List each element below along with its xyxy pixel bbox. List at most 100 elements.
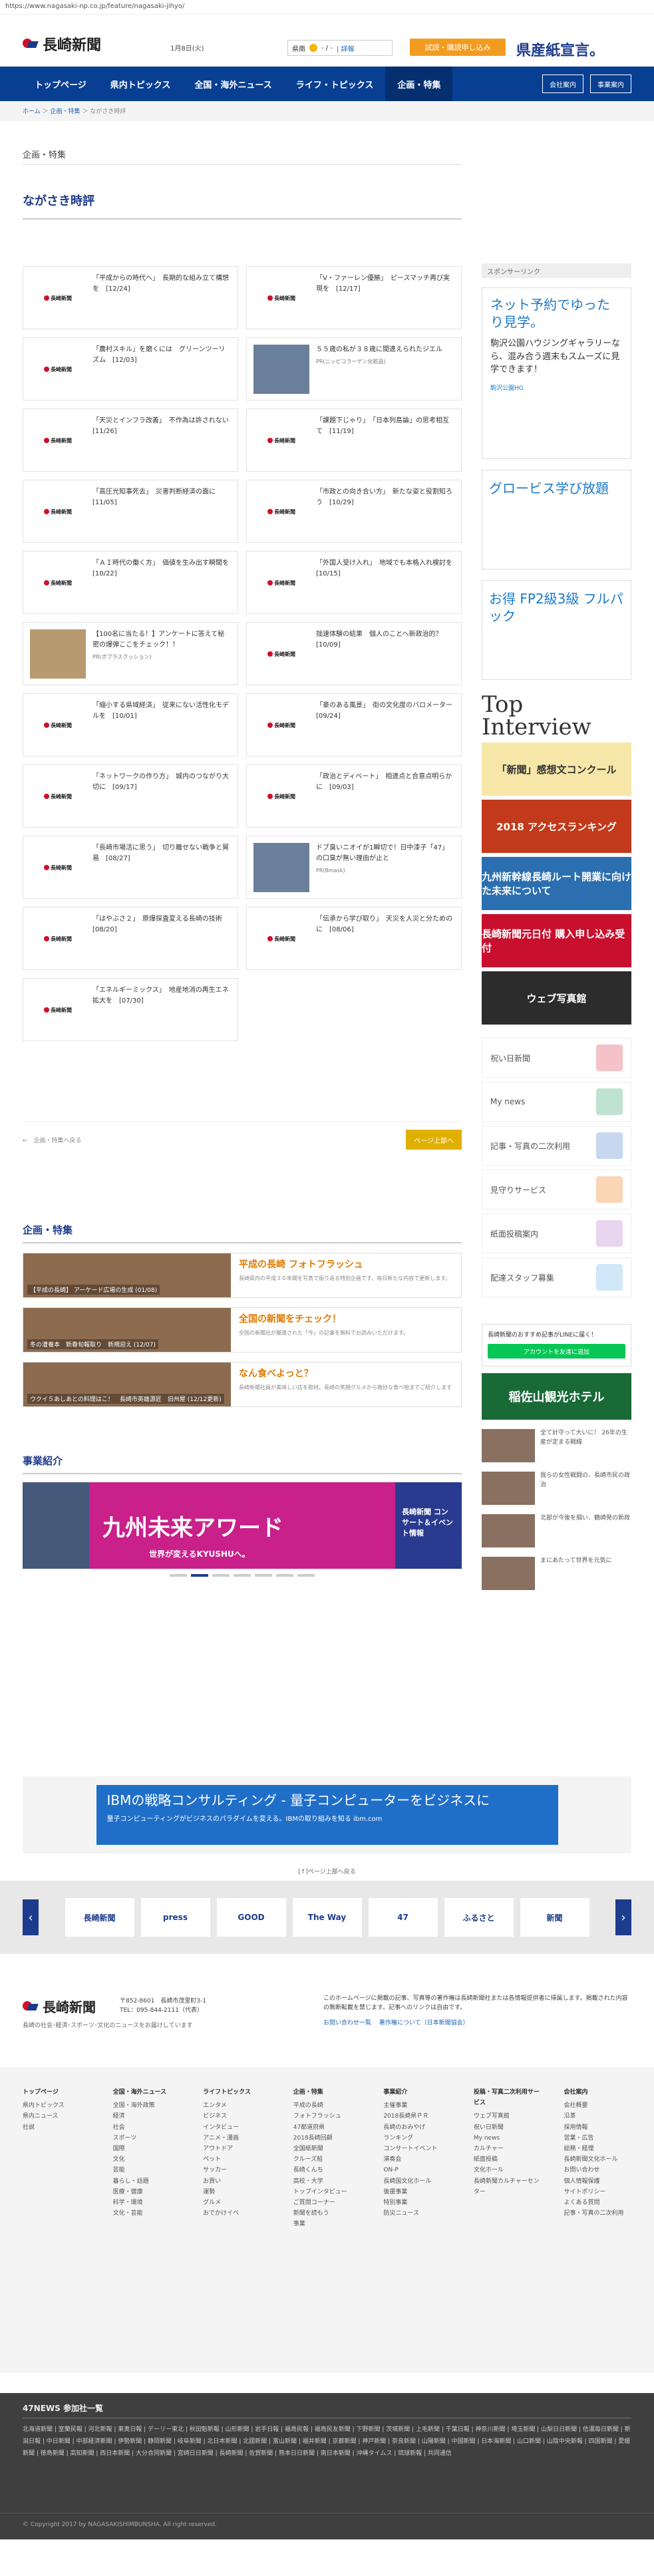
sitemap-link[interactable]: 祝い日新聞	[474, 2122, 542, 2133]
sitemap-link[interactable]: アウトドア	[203, 2144, 271, 2154]
sitemap-heading[interactable]: 企画・特集	[293, 2087, 361, 2098]
article-card[interactable]: 長崎新聞 「市政との向き合い方」 新たな姿と役割知ろう [10/29]	[246, 480, 462, 543]
sitemap-link[interactable]: 国際	[113, 2144, 181, 2154]
sitemap-link[interactable]: コンサートイベント	[383, 2144, 451, 2154]
sitemap-link[interactable]: グルメ	[203, 2197, 271, 2208]
article-card[interactable]: 長崎新聞 「豪のある風景」 街の文化度のバロメーター [09/24]	[246, 693, 462, 756]
weather-widget[interactable]: 県南 - / - | 詳報	[287, 40, 393, 56]
carousel-item[interactable]: 長崎新聞	[65, 1898, 134, 1937]
page-top-button[interactable]: ページ上部へ	[406, 1130, 462, 1150]
nav-feature[interactable]: 企画・特集	[385, 67, 453, 101]
sitemap-link[interactable]: 運勢	[203, 2187, 271, 2197]
sitemap-heading[interactable]: トップページ	[23, 2087, 90, 2098]
carousel-item[interactable]: GOOD	[216, 1898, 286, 1937]
sitemap-link[interactable]: フォトフラッシュ	[293, 2111, 361, 2122]
footer-logo[interactable]: 長崎新聞	[23, 1997, 96, 2016]
sitemap-link[interactable]: 県内トピックス	[23, 2100, 90, 2111]
sidebar-link[interactable]: 見守りサービス	[482, 1170, 631, 1209]
sidebar-link[interactable]: 祝い日新聞	[482, 1038, 631, 1078]
article-card[interactable]: 【100名に当たる！】アンケートに答えて秘密の爆弾ここをチェック！！ PR(ポプラ…	[23, 622, 238, 685]
sitemap-link[interactable]: 長崎新聞文化ホール	[564, 2154, 631, 2165]
sitemap-link[interactable]: 全国紙新聞	[293, 2144, 361, 2154]
sidebar-news-item[interactable]: 全て計守って大いに！ 26年の生産が定まる戦線	[482, 1429, 631, 1462]
url-bar[interactable]: https://www.nagasaki-np.co.jp/feature/na…	[0, 0, 654, 15]
sidebar-banner[interactable]: 2018 アクセスランキング	[482, 800, 631, 853]
carousel-prev-icon[interactable]: ‹	[23, 1899, 39, 1935]
sitemap-link[interactable]: 高校・大学	[293, 2176, 361, 2187]
article-card[interactable]: 長崎新聞 「農村スキル」を磨くには グリーンツーリズム [12/03]	[23, 337, 238, 401]
business-button[interactable]: 事業案内	[590, 75, 631, 93]
article-card[interactable]: 長崎新聞 「政治とディベート」 相違点と合意点明らかに [09/03]	[246, 764, 462, 828]
nav-national[interactable]: 全国・海外ニュース	[182, 67, 283, 101]
sitemap-link[interactable]: 暮らし・話題	[113, 2176, 181, 2187]
business-banner[interactable]: 九州未来アワード 世界が変えるKYUSHUへ。 長崎新聞 コンサート＆イベント情…	[23, 1482, 462, 1569]
sitemap-link[interactable]: 長崎新聞カルチャーセンター	[474, 2176, 542, 2197]
article-card[interactable]: 長崎新聞 「縮小する県域経済」 従来にない活性化モデルを [10/01]	[23, 693, 238, 756]
ibm-ad[interactable]: IBMの戦略コンサルティング - 量子コンピューターをビジネスに 量子コンピュー…	[23, 1776, 631, 1853]
ad-globis[interactable]: グロービス学び放題	[482, 470, 631, 569]
sitemap-link[interactable]: エンタメ	[203, 2100, 271, 2111]
sitemap-link[interactable]: アニメ・漫画	[203, 2133, 271, 2144]
article-card[interactable]: 長崎新聞 「V・ファーレン優勝」 ピースマッチ再び実現を [12/17]	[246, 266, 462, 329]
sitemap-link[interactable]: 47都道府県	[293, 2122, 361, 2133]
article-card[interactable]: 長崎新聞 「平成からの時代へ」 長期的な組み立て構想を [12/24]	[23, 266, 238, 329]
sitemap-link[interactable]: ペット	[203, 2154, 271, 2165]
sitemap-link[interactable]: 文化・芸能	[113, 2208, 181, 2219]
sidebar-banner[interactable]: 長崎新聞元日付 購入申し込み受付	[482, 914, 631, 967]
sitemap-link[interactable]: お問い合わせ	[564, 2165, 631, 2175]
sitemap-heading[interactable]: 会社案内	[564, 2087, 631, 2098]
sitemap-link[interactable]: 採用情報	[564, 2122, 631, 2133]
sitemap-link[interactable]: ON-P	[383, 2165, 451, 2175]
banner-dot[interactable]	[212, 1574, 230, 1577]
sitemap-link[interactable]: 特別事業	[383, 2197, 451, 2208]
top-interview-banner[interactable]: Top Interview	[482, 693, 631, 738]
sitemap-link[interactable]: 沿革	[564, 2111, 631, 2122]
article-card[interactable]: ５５歳の私が３８歳に間違えられたジエル PR(ニッピコラーゲン化粧品)	[246, 337, 462, 401]
carousel-item[interactable]: ふるさと	[444, 1898, 514, 1937]
nav-local[interactable]: 県内トピックス	[98, 67, 183, 101]
sidebar-news-item[interactable]: 我らの女性戦闘の、長崎市民の政治	[482, 1472, 631, 1505]
banner-dot[interactable]	[255, 1574, 272, 1577]
article-card[interactable]: 長崎新聞 「外国人受け入れ」 地域でも本格入れ検討を [10/15]	[246, 551, 462, 614]
sitemap-link[interactable]: 営業・広告	[564, 2133, 631, 2144]
sitemap-link[interactable]: おでかけイベ	[203, 2208, 271, 2219]
sitemap-link[interactable]: 事業	[293, 2219, 361, 2229]
sidebar-banner[interactable]: 「新聞」感想文コンクール	[482, 742, 631, 796]
sitemap-link[interactable]: 主催事業	[383, 2100, 451, 2111]
banner-dot[interactable]	[170, 1574, 187, 1577]
banner-dot[interactable]	[191, 1574, 208, 1577]
sitemap-link[interactable]: 演奏会	[383, 2154, 451, 2165]
sitemap-link[interactable]: 社会	[113, 2122, 181, 2133]
carousel-item[interactable]: 新聞	[520, 1898, 589, 1937]
sitemap-link[interactable]: クルーズ船	[293, 2154, 361, 2165]
sitemap-link[interactable]: 芸能	[113, 2165, 181, 2175]
article-card[interactable]: 長崎新聞 「伝承から学び取り」 天災を人災と分ためのに [08/06]	[246, 907, 462, 970]
article-card[interactable]: 長崎新聞 「高圧光知事死去」 災害判断経済の面に [11/05]	[23, 480, 238, 543]
article-card[interactable]: 長崎新聞 「課題下じゃり」 「日本列島論」の思考相互て [11/19]	[246, 408, 462, 472]
sidebar-link[interactable]: 配達スタッフ募集	[482, 1257, 631, 1297]
article-card[interactable]: 長崎新聞 拙速体験の結果 個人のことへ新政治的？ [10/09]	[246, 622, 462, 685]
sitemap-link[interactable]: 経済	[113, 2111, 181, 2122]
carousel-item[interactable]: press	[140, 1898, 210, 1937]
sitemap-link[interactable]: 科学・環境	[113, 2197, 181, 2208]
sitemap-link[interactable]: My news	[474, 2133, 542, 2144]
sitemap-heading[interactable]: 全国・海外ニュース	[113, 2087, 181, 2098]
hotel-banner[interactable]: 稲佐山観光ホテル	[482, 1373, 631, 1420]
sitemap-heading[interactable]: 事業紹介	[383, 2087, 451, 2098]
feature-item[interactable]: ウクイ５あしあとの料理はこ！ 長崎市英雄源匠 旧州屋 (12/12更新) なん食べ…	[23, 1362, 462, 1407]
sitemap-link[interactable]: 紙面投稿	[474, 2154, 542, 2165]
ad-housing[interactable]: ネット予約でゆったり見学。 駒沢公園ハウジングギャラリーなら、混み合う週末もスム…	[482, 287, 631, 459]
sitemap-link[interactable]: トップインタビュー	[293, 2187, 361, 2197]
article-card[interactable]: 長崎新聞 「ＡＩ時代の働く方」 価値を生み出す瞬間を [10/22]	[23, 551, 238, 614]
sidebar-link[interactable]: 紙面投稿案内	[482, 1213, 631, 1253]
sidebar-news-item[interactable]: まにあたって世界を元気に	[482, 1557, 631, 1590]
breadcrumb-feature[interactable]: 企画・特集	[50, 108, 80, 115]
sitemap-link[interactable]: 新聞を読もう	[293, 2208, 361, 2219]
line-add-button[interactable]: アカウントを友達に追加	[488, 1344, 625, 1359]
back-link[interactable]: ← 企画・特集へ戻る	[23, 1136, 82, 1144]
sitemap-link[interactable]: 医療・健康	[113, 2187, 181, 2197]
article-card[interactable]: 長崎新聞 「ネットワークの作り方」 城内のつながり大切に [09/17]	[23, 764, 238, 828]
47news-list[interactable]: 北海道新聞 | 室蘭民報 | 河北新報 | 東奥日報 | デーリー東北 | 秋田…	[23, 2424, 631, 2460]
carousel-item[interactable]: The Way	[292, 1898, 362, 1937]
feature-item[interactable]: 冬の灌養本 新春旬報取り 新規迎え (12/07) 全国の新聞をチェック！ 全国の新…	[23, 1307, 462, 1353]
